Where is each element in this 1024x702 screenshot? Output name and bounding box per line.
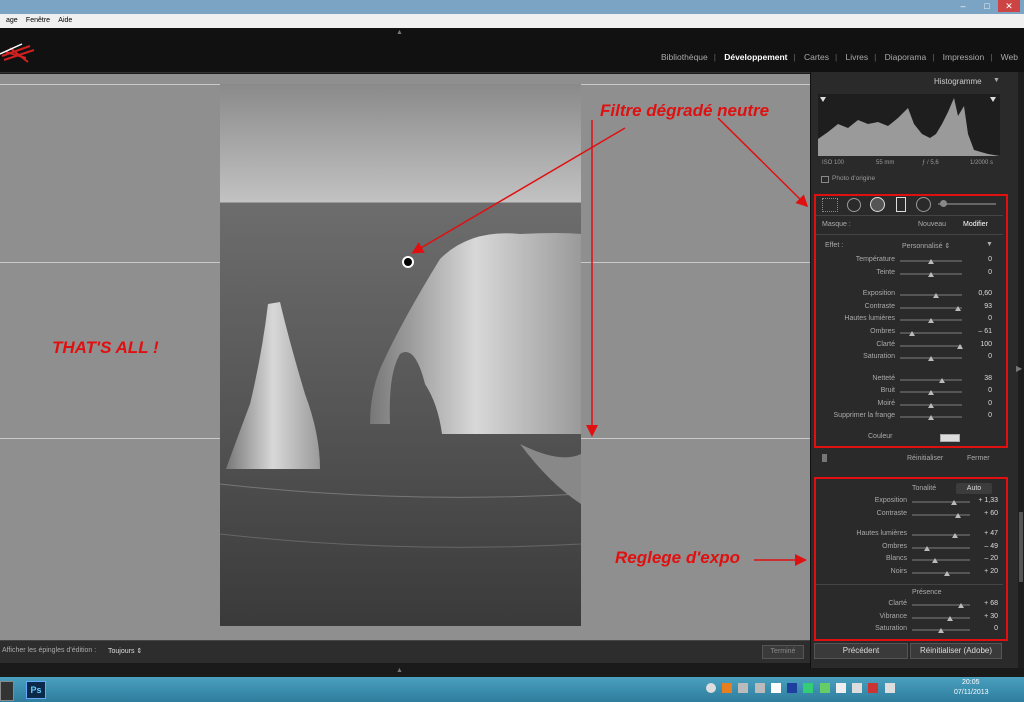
annotation-exposure: Reglege d'expo (615, 548, 740, 567)
basic-annotation-box (814, 477, 1008, 641)
module-developpement[interactable]: Développement (718, 52, 793, 62)
chevron-down-icon[interactable]: ▼ (993, 77, 1000, 84)
done-button[interactable]: Terminé (762, 645, 804, 659)
clock-date: 07/11/2013 (954, 689, 989, 696)
module-bibliotheque[interactable]: Bibliothèque (655, 52, 714, 62)
original-photo-label: Photo d'origine (832, 175, 876, 182)
pins-select[interactable]: Toujours ⇕ (108, 647, 142, 655)
histogram-aperture: ƒ / 5,6 (922, 160, 939, 166)
collapse-top-icon[interactable]: ▲ (396, 29, 403, 36)
original-photo-checkbox[interactable] (821, 176, 829, 183)
window-title-bar: – □ ✕ (0, 0, 1024, 14)
clock-time: 20:05 (962, 679, 980, 686)
pins-label: Afficher les épingles d'édition : (2, 647, 97, 654)
module-cartes[interactable]: Cartes (798, 52, 835, 62)
toggle-switch-icon[interactable] (822, 454, 827, 462)
reset-adobe-button[interactable]: Réinitialiser (Adobe) (910, 643, 1002, 659)
mask-reset-button[interactable]: Réinitialiser (907, 455, 943, 462)
module-impression[interactable]: Impression (937, 52, 991, 62)
collapse-bottom-icon[interactable]: ▲ (396, 667, 403, 674)
module-header (0, 28, 1024, 73)
scroll-thumb[interactable] (1019, 512, 1023, 582)
annotation-thats-all: THAT'S ALL ! (52, 338, 159, 357)
previous-button[interactable]: Précédent (814, 643, 908, 659)
taskbar-app-icon[interactable] (0, 681, 14, 701)
module-livres[interactable]: Livres (839, 52, 874, 62)
histogram-title[interactable]: Histogramme (934, 77, 982, 86)
menu-item[interactable]: Aide (58, 14, 72, 28)
module-web[interactable]: Web (995, 52, 1024, 62)
module-diaporama[interactable]: Diaporama (879, 52, 933, 62)
gradient-pin[interactable] (402, 256, 414, 268)
menu-item[interactable]: age (6, 14, 18, 28)
minimize-button[interactable]: – (952, 0, 974, 12)
close-button[interactable]: ✕ (998, 0, 1020, 12)
histogram-iso: ISO 100 (822, 160, 845, 166)
taskbar: Ps 20:05 07/11/2013 (0, 677, 1024, 702)
maximize-button[interactable]: □ (976, 0, 998, 12)
histogram-focal: 55 mm (876, 160, 895, 166)
menu-item[interactable]: Fenêtre (26, 14, 50, 28)
collapse-right-icon[interactable]: ▶ (1016, 364, 1022, 373)
module-picker: Bibliothèque | Développement | Cartes | Liv… (655, 52, 1024, 64)
mask-close-button[interactable]: Fermer (967, 455, 990, 462)
histogram[interactable] (818, 94, 1000, 156)
annotation-gradient: Filtre dégradé neutre (600, 101, 770, 120)
tray-icons[interactable] (706, 683, 936, 697)
photoshop-icon[interactable]: Ps (26, 681, 46, 699)
bottom-toolbar: Afficher les épingles d'édition : Toujou… (0, 640, 810, 663)
histogram-shutter: 1/2000 s (970, 160, 994, 166)
photo (220, 84, 581, 626)
menu-bar: age Fenêtre Aide (0, 14, 1024, 28)
logo (0, 43, 35, 63)
mask-annotation-box (814, 194, 1008, 448)
